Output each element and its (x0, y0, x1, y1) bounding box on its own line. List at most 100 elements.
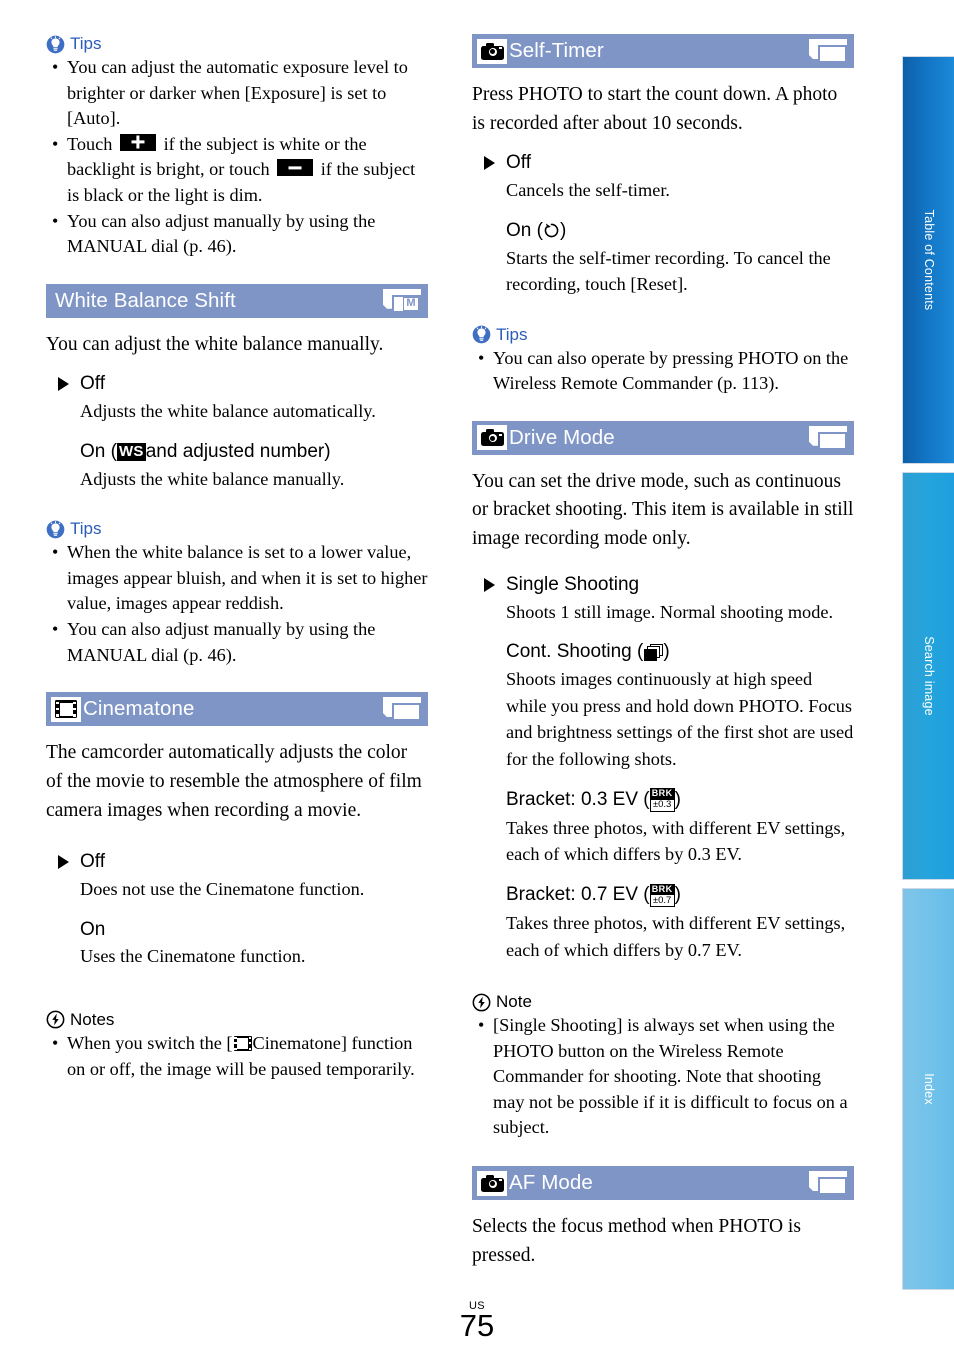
plus-button-icon (120, 133, 156, 151)
option-name: Off (506, 152, 531, 174)
section-header-white-balance-shift: White Balance Shift M (46, 283, 428, 318)
film-strip-icon (233, 1035, 252, 1051)
option-bracket-03: Bracket: 0.3 EV (BRK ±0.3) Takes three ph… (472, 788, 854, 868)
notes-cinematone: Notes When you switch the [Cinematone] f… (46, 1010, 428, 1082)
tips-exposure: Tips You can adjust the automatic exposu… (46, 34, 428, 260)
note-icon (46, 1010, 65, 1029)
option-name: On (WS and adjusted number) (80, 441, 428, 463)
page-icon (809, 425, 847, 450)
bracket-icon-bottom: ±0.7 (649, 895, 675, 908)
option-name: On (80, 918, 106, 940)
self-timer-icon (543, 222, 560, 239)
tips-header: Tips (46, 519, 428, 539)
right-column: Self-Timer Press PHOTO to start the coun… (472, 34, 854, 1276)
note-icon (472, 993, 491, 1012)
list-item: You can adjust the automatic exposure le… (46, 55, 428, 132)
manual-badge-label: M (403, 296, 419, 311)
bracket-icon-top: BRK (649, 788, 675, 800)
section-title: White Balance Shift (55, 288, 236, 312)
camera-plaque (477, 1170, 507, 1196)
option-name-suffix: and adjusted number) (145, 440, 331, 462)
section-header-af-mode: AF Mode (472, 1166, 854, 1201)
tips-header: Tips (472, 325, 854, 345)
option-on: On Uses the Cinematone function. (46, 919, 428, 970)
tips-icon (472, 325, 491, 344)
section-header-self-timer: Self-Timer (472, 34, 854, 68)
tips-icon (46, 35, 65, 53)
notes-label: Notes (70, 1009, 115, 1029)
option-name-suffix: ) (663, 641, 670, 663)
note-list: [Single Shooting] is always set when usi… (472, 1013, 854, 1141)
section-title: Drive Mode (509, 425, 615, 449)
bracket-icon-top: BRK (649, 883, 675, 896)
option-description: Does not use the Cinematone function. (80, 879, 365, 900)
option-description: Takes three photos, with different EV se… (506, 817, 846, 865)
note-drive-mode: Note [Single Shooting] is always set whe… (472, 992, 854, 1141)
option-name-suffix: ) (674, 788, 681, 810)
page-manual-icon: M (383, 288, 421, 313)
list-item: You can also operate by pressing PHOTO o… (472, 346, 854, 397)
nav-tab-label: Index (921, 1073, 936, 1105)
page-icon (809, 39, 847, 63)
default-marker-icon (58, 855, 69, 870)
section-intro: Selects the focus method when PHOTO is p… (472, 1216, 801, 1266)
option-name: Off (80, 851, 105, 873)
section-self-timer: Self-Timer Press PHOTO to start the coun… (472, 34, 854, 298)
option-name-suffix: ) (559, 219, 567, 241)
option-description: Starts the self-timer recording. To canc… (506, 247, 831, 295)
film-strip-plaque (51, 696, 81, 722)
tips-white-balance: Tips When the white balance is set to a … (46, 519, 428, 668)
camera-icon (480, 1174, 504, 1192)
option-on: On () Starts the self-timer recording. T… (472, 220, 854, 298)
tips-list: You can also operate by pressing PHOTO o… (472, 346, 854, 397)
section-cinematone: Cinematone The camcorder automatically a… (46, 692, 428, 970)
option-description: Shoots 1 still image. Normal shooting mo… (506, 601, 834, 622)
default-marker-icon (484, 577, 495, 592)
nav-tab-search-image[interactable]: Search image (902, 472, 954, 880)
default-marker-icon (484, 156, 495, 171)
option-name-prefix: Cont. Shooting ( (506, 641, 644, 663)
option-name: On () (506, 220, 854, 242)
bracket-icon: BRK ±0.7 (649, 883, 675, 908)
tips-list: When the white balance is set to a lower… (46, 540, 428, 668)
note-text-pre: When you switch the [ (67, 1032, 233, 1053)
notes-list: When you switch the [Cinematone] functio… (46, 1031, 428, 1082)
manual-page: Tips You can adjust the automatic exposu… (0, 0, 954, 1357)
side-navigation: Table of Contents Search image Index (895, 56, 954, 1290)
section-intro: The camcorder automatically adjusts the … (46, 742, 422, 821)
section-title: AF Mode (509, 1170, 593, 1194)
section-intro: You can set the drive mode, such as cont… (472, 470, 854, 550)
tips-list: You can adjust the automatic exposure le… (46, 55, 428, 260)
default-marker-icon (58, 377, 69, 392)
film-strip-icon (55, 700, 77, 719)
list-item: Touch if the subject is white or the bac… (46, 132, 428, 209)
nav-tab-label: Search image (921, 636, 936, 716)
list-item: You can also adjust manually by using th… (46, 209, 428, 260)
burst-icon (643, 643, 664, 661)
page-icon (383, 697, 421, 722)
page-icon (809, 1171, 847, 1196)
tips-label: Tips (496, 324, 528, 344)
notes-header: Notes (46, 1010, 428, 1030)
camera-plaque (477, 38, 507, 64)
ws-icon: WS (116, 442, 146, 461)
camera-icon (480, 429, 504, 447)
option-description: Adjusts the white balance manually. (80, 468, 345, 489)
option-description: Shoots images continuously at high speed… (506, 669, 854, 769)
tips-self-timer: Tips You can also operate by pressing PH… (472, 325, 854, 397)
list-item: When the white balance is set to a lower… (46, 540, 428, 617)
camera-plaque (477, 425, 507, 451)
option-description: Takes three photos, with different EV se… (506, 913, 846, 960)
tips-label: Tips (70, 34, 102, 53)
option-off: Off Adjusts the white balance automatica… (46, 373, 428, 424)
section-intro: Press PHOTO to start the count down. A p… (472, 84, 838, 134)
nav-tab-table-of-contents[interactable]: Table of Contents (902, 56, 954, 464)
option-single-shooting: Single Shooting Shoots 1 still image. No… (472, 574, 854, 625)
tips-label: Tips (70, 519, 102, 539)
option-name-prefix: Bracket: 0.7 EV ( (506, 884, 650, 906)
option-description: Adjusts the white balance automatically. (80, 401, 376, 422)
note-label: Note (496, 992, 532, 1012)
option-off: Off Cancels the self-timer. (472, 152, 854, 203)
nav-tab-index[interactable]: Index (902, 888, 954, 1290)
option-off: Off Does not use the Cinematone function… (46, 851, 428, 902)
